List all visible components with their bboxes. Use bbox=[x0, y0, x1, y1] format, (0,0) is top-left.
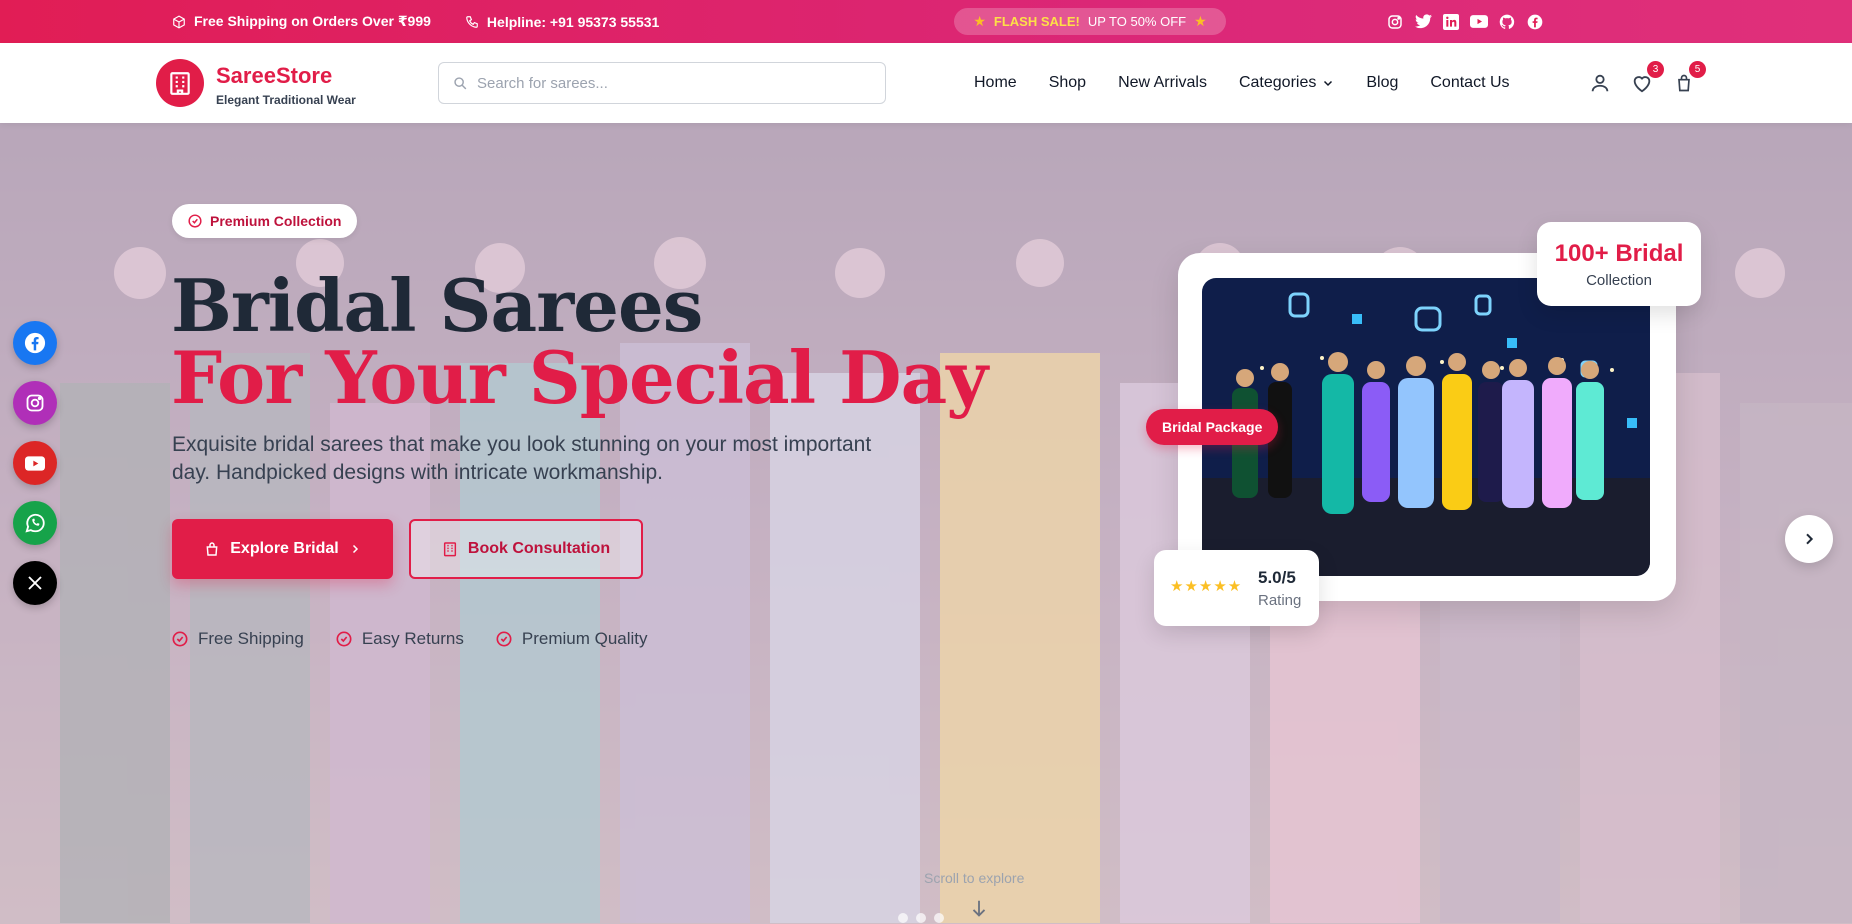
check-circle-icon bbox=[188, 214, 202, 228]
explore-bridal-button[interactable]: Explore Bridal bbox=[172, 519, 393, 579]
instagram-icon[interactable] bbox=[1386, 13, 1404, 31]
stat-number: 100+ Bridal bbox=[1554, 240, 1684, 267]
main-nav: Home Shop New Arrivals Categories Blog C… bbox=[974, 43, 1510, 123]
slide-dot[interactable] bbox=[916, 913, 926, 923]
wishlist-button[interactable]: 3 bbox=[1630, 61, 1664, 95]
logo-icon[interactable] bbox=[156, 59, 204, 107]
flash-sale-banner[interactable]: ★ FLASH SALE! UP TO 50% OFF ★ bbox=[954, 8, 1226, 35]
feature-item: Free Shipping bbox=[172, 629, 304, 649]
explore-bridal-label: Explore Bridal bbox=[230, 540, 339, 557]
hero-title-line2: For Your Special Day bbox=[171, 335, 988, 420]
nav-shop[interactable]: Shop bbox=[1049, 74, 1086, 92]
rating-stars: ★★★★★ bbox=[1170, 578, 1243, 595]
star-icon: ★ bbox=[973, 13, 986, 29]
arrow-down-icon[interactable] bbox=[968, 897, 990, 921]
next-slide-button[interactable] bbox=[1785, 515, 1833, 563]
bridal-count-badge: 100+ Bridal Collection bbox=[1537, 222, 1701, 306]
header-actions: 3 5 bbox=[1588, 43, 1706, 123]
check-circle-icon bbox=[496, 631, 512, 647]
feature-item: Easy Returns bbox=[336, 629, 464, 649]
check-circle-icon bbox=[336, 631, 352, 647]
instagram-icon[interactable] bbox=[13, 381, 57, 425]
search-input[interactable] bbox=[477, 74, 857, 92]
star-icon: ★ bbox=[1194, 13, 1207, 29]
facebook-icon[interactable] bbox=[1526, 13, 1544, 31]
github-icon[interactable] bbox=[1498, 13, 1516, 31]
bag-icon bbox=[206, 542, 218, 556]
user-icon[interactable] bbox=[1588, 71, 1612, 95]
flash-sale-label: FLASH SALE! bbox=[993, 14, 1080, 29]
shipping-text: Free Shipping on Orders Over ₹999 bbox=[194, 13, 431, 29]
main-header: SareeStore Elegant Traditional Wear Home… bbox=[0, 43, 1852, 123]
linkedin-icon[interactable] bbox=[1442, 13, 1460, 31]
x-icon[interactable] bbox=[13, 561, 57, 605]
hero-section: Premium Collection Bridal Sarees For You… bbox=[0, 123, 1852, 924]
youtube-icon[interactable] bbox=[1470, 13, 1488, 31]
feature-label: Easy Returns bbox=[361, 629, 464, 648]
nav-categories[interactable]: Categories bbox=[1239, 74, 1334, 92]
search-box bbox=[438, 62, 886, 104]
hero-description: Exquisite bridal sarees that make you lo… bbox=[172, 433, 872, 484]
brand-name[interactable]: SareeStore bbox=[216, 63, 332, 89]
chevron-right-icon bbox=[352, 544, 358, 554]
search-icon bbox=[454, 77, 467, 90]
feature-label: Premium Quality bbox=[521, 629, 648, 648]
stat-label: Collection bbox=[1586, 272, 1652, 289]
rating-badge: ★★★★★ 5.0/5 Rating bbox=[1154, 550, 1319, 626]
nav-blog[interactable]: Blog bbox=[1366, 74, 1398, 92]
floating-social-bar bbox=[13, 321, 57, 605]
slide-dots bbox=[898, 913, 944, 923]
pill-label: Premium Collection bbox=[210, 213, 342, 229]
feature-list: Free Shipping Easy Returns Premium Quali… bbox=[172, 629, 648, 649]
bridal-package-tag[interactable]: Bridal Package bbox=[1146, 409, 1279, 445]
youtube-icon[interactable] bbox=[13, 441, 57, 485]
top-bar-info: Free Shipping on Orders Over ₹999 Helpli… bbox=[172, 0, 659, 43]
helpline-text[interactable]: Helpline: +91 95373 55531 bbox=[487, 14, 659, 30]
nav-home[interactable]: Home bbox=[974, 74, 1017, 92]
feature-label: Free Shipping bbox=[198, 629, 304, 648]
cart-button[interactable]: 5 bbox=[1672, 61, 1706, 95]
slide-dot[interactable] bbox=[934, 913, 944, 923]
rating-value: 5.0/5 bbox=[1258, 568, 1296, 587]
flash-sale-offer: UP TO 50% OFF bbox=[1087, 14, 1187, 29]
top-bar: Free Shipping on Orders Over ₹999 Helpli… bbox=[0, 0, 1852, 43]
whatsapp-icon[interactable] bbox=[13, 501, 57, 545]
phone-icon bbox=[466, 15, 478, 28]
brand-tagline: Elegant Traditional Wear bbox=[216, 93, 356, 107]
building-icon bbox=[443, 542, 456, 557]
chevron-down-icon bbox=[1324, 80, 1333, 87]
twitter-icon[interactable] bbox=[1414, 13, 1432, 31]
wishlist-badge: 3 bbox=[1647, 61, 1664, 78]
nav-new-arrivals[interactable]: New Arrivals bbox=[1118, 74, 1207, 92]
nav-categories-label: Categories bbox=[1238, 74, 1317, 91]
facebook-icon[interactable] bbox=[13, 321, 57, 365]
book-consultation-label: Book Consultation bbox=[467, 540, 611, 557]
rating-label: Rating bbox=[1258, 592, 1302, 609]
premium-collection-pill: Premium Collection bbox=[172, 204, 358, 238]
scroll-hint: Scroll to explore bbox=[924, 870, 1025, 886]
nav-contact-us[interactable]: Contact Us bbox=[1430, 74, 1509, 92]
chevron-right-icon bbox=[1806, 533, 1814, 545]
cart-badge: 5 bbox=[1689, 61, 1706, 78]
feature-item: Premium Quality bbox=[496, 629, 648, 649]
book-consultation-button[interactable]: Book Consultation bbox=[409, 519, 643, 579]
box-icon bbox=[173, 14, 185, 29]
check-circle-icon bbox=[172, 631, 188, 647]
top-social-links bbox=[1386, 0, 1544, 43]
slide-dot[interactable] bbox=[898, 913, 908, 923]
